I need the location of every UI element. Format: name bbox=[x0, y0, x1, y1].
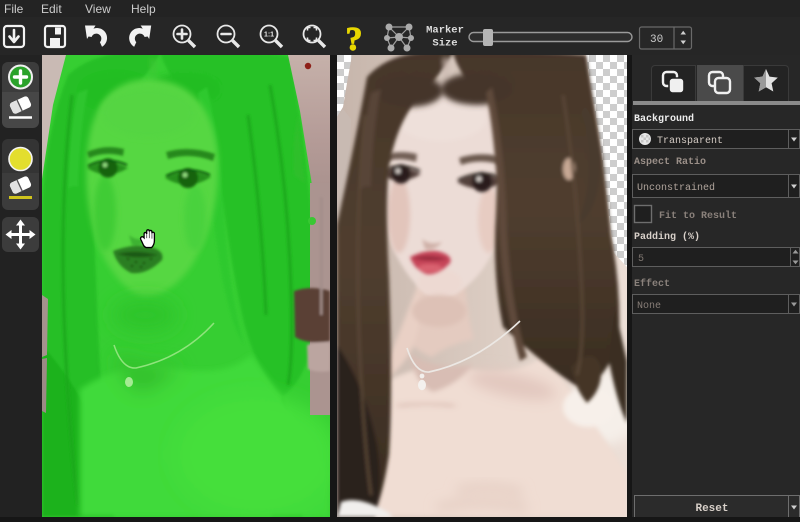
svg-text:Reset: Reset bbox=[695, 503, 728, 515]
svg-text:Padding (%): Padding (%) bbox=[634, 231, 700, 243]
svg-text:Effect: Effect bbox=[634, 278, 670, 290]
svg-text:Fit to Result: Fit to Result bbox=[659, 210, 737, 222]
svg-text:Size: Size bbox=[432, 38, 457, 50]
svg-text:Unconstrained: Unconstrained bbox=[637, 182, 715, 194]
svg-text:Aspect Ratio: Aspect Ratio bbox=[634, 156, 706, 168]
svg-text:5: 5 bbox=[638, 254, 644, 265]
svg-text:Transparent: Transparent bbox=[657, 136, 723, 147]
svg-text:Marker: Marker bbox=[426, 25, 464, 37]
svg-text:30: 30 bbox=[650, 34, 663, 46]
svg-text:?: ? bbox=[346, 21, 363, 55]
svg-text:None: None bbox=[637, 301, 661, 312]
svg-text:Background: Background bbox=[634, 113, 694, 125]
svg-text:1:1: 1:1 bbox=[264, 32, 274, 39]
